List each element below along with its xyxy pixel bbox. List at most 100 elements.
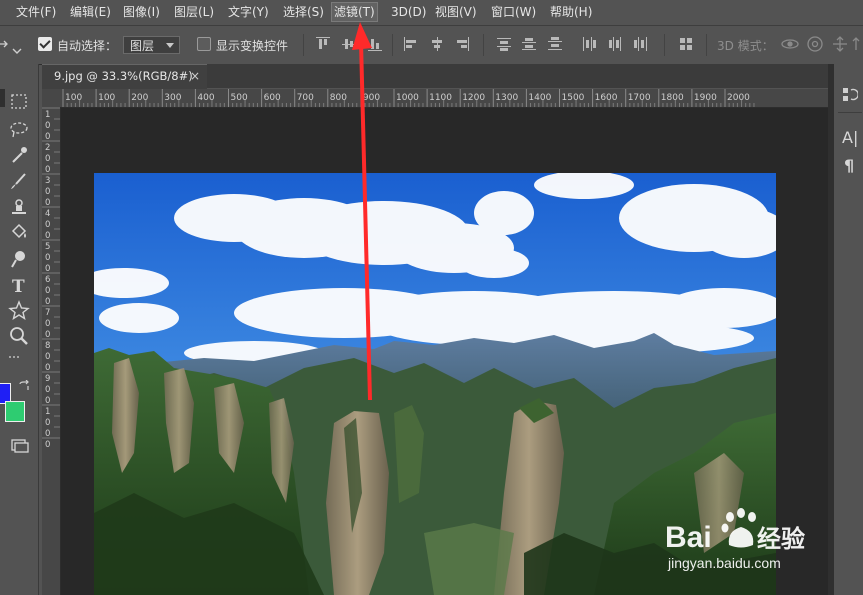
align-hcenter-icon[interactable] [430,37,444,51]
auto-align-layers-icon[interactable] [679,37,693,51]
separator [706,34,707,56]
distribute-bottom-icon[interactable] [548,37,562,51]
chevron-down-icon[interactable] [12,40,22,54]
move-tool-preset-icon[interactable] [0,36,8,52]
ruler-tick-label: 7 [45,308,50,318]
menu-file[interactable]: 文件(F) [14,3,58,21]
ruler-tick-label: 1 [45,407,50,417]
3d-roll-icon [807,36,823,52]
arrow-shaft [359,41,372,401]
shape-tool[interactable] [8,300,30,321]
menu-type[interactable]: 文字(Y) [226,3,271,21]
watermark-suffix: 经验 [757,525,805,553]
ruler-tick-label: 0 [45,220,50,230]
lasso-tool[interactable] [8,119,30,139]
menu-3d[interactable]: 3D(D) [389,3,428,21]
ruler-tick-label: 3 [45,176,50,186]
ruler-tick-label: 1500 [562,93,585,103]
ruler-tick-label: 6 [45,275,50,285]
3d-mode-icons [780,34,860,54]
eyedropper-tool[interactable] [8,145,30,165]
distribute-top-icon[interactable] [497,37,511,51]
ruler-tick-label: 1100 [429,93,452,103]
ruler-tick-label: 600 [264,93,281,103]
ruler-tick-label: 400 [197,93,214,103]
menu-help[interactable]: 帮助(H) [548,3,594,21]
ruler-tick-label: 1000 [396,93,419,103]
distribute-left-icon[interactable] [582,37,596,51]
ruler-tick-label: 9 [45,374,50,384]
arrow-head [352,22,372,50]
menu-view[interactable]: 视图(V) [433,3,479,21]
tab-strip-empty [207,64,828,88]
menu-layer[interactable]: 图层(L) [172,3,216,21]
ruler-tick-label: 0 [45,319,50,329]
type-tool[interactable]: T [8,275,30,297]
menu-edit[interactable]: 编辑(E) [68,3,113,21]
right-panel-dock: A| ¶ [834,64,863,595]
ruler-tick-label: 200 [131,93,148,103]
vertical-ruler[interactable]: 1002003004005006007008009001000 [42,107,61,595]
watermark-url: jingyan.baidu.com [668,555,781,571]
distribute-hcenter-icon[interactable] [608,37,622,51]
marquee-tool[interactable] [8,92,30,112]
swap-colors-icon[interactable] [18,377,30,390]
paragraph-panel-icon[interactable]: ¶ [844,156,854,175]
3d-pan-icon [833,36,847,52]
ruler-tick-label: 1600 [595,93,618,103]
watermark-brand: Bai [665,521,712,554]
distribute-right-icon[interactable] [634,37,648,51]
dodge-tool[interactable] [8,249,30,269]
brush-tool[interactable] [8,171,30,191]
ruler-origin[interactable] [42,89,61,108]
separator [483,34,484,56]
close-tab-icon[interactable]: × [190,65,200,88]
tools-panel: T [0,64,39,595]
ruler-tick-label: 1400 [528,93,551,103]
3d-orbit-icon [781,39,799,49]
ruler-tick-label: 1900 [694,93,717,103]
menu-bar: 文件(F) 编辑(E) 图像(I) 图层(L) 文字(Y) 选择(S) 滤镜(T… [0,0,863,24]
ruler-tick-label: 0 [45,253,50,263]
paint-bucket-tool[interactable] [8,222,30,242]
svg-text:T: T [12,277,25,295]
options-bar: 自动选择： 图层 显示变换控件 3D 模式： [0,25,863,65]
clone-stamp-tool[interactable] [8,197,30,217]
ruler-tick-label: 0 [45,154,50,164]
menu-image[interactable]: 图像(I) [121,3,162,21]
align-top-icon[interactable] [316,37,330,51]
horizontal-ruler[interactable]: 100 100 200 300 400 500 600 700 800 900 1000 1100 12… [60,89,828,108]
ruler-tick-label: 0 [45,187,50,197]
auto-select-target-value: 图层 [130,39,155,53]
distribute-vcenter-icon[interactable] [522,37,536,51]
menu-select[interactable]: 选择(S) [281,3,326,21]
ruler-tick-label: 500 [231,93,248,103]
ruler-tick-label: 100 [98,93,115,103]
baidu-paw-icon [721,508,756,548]
3d-slide-icon [852,37,860,50]
menu-window[interactable]: 窗口(W) [489,3,538,21]
ruler-tick-label: 0 [45,352,50,362]
ruler-tick-label: 2 [45,143,50,153]
separator [392,34,393,56]
character-panel-icon[interactable]: A| [842,128,858,147]
document-tab[interactable]: 9.jpg @ 33.3%(RGB/8#) × [42,64,207,89]
panel-separator [838,112,862,113]
more-tools-icon[interactable] [4,343,34,358]
history-panel-icon[interactable] [842,86,859,104]
align-right-icon[interactable] [455,37,469,51]
dropdown-arrow-icon [166,43,174,48]
separator [664,34,665,56]
ruler-tick-label: 0 [45,121,50,131]
align-left-icon[interactable] [404,37,418,51]
background-color-swatch[interactable] [5,401,25,422]
show-transform-checkbox[interactable] [197,37,211,51]
ruler-tick-label: 8 [45,341,50,351]
auto-select-target-dropdown[interactable]: 图层 [123,36,180,54]
ruler-tick-label: 700 [297,93,314,103]
auto-select-checkbox[interactable] [38,37,52,51]
screen-mode-icon[interactable] [8,435,30,455]
ruler-tick-label: 1200 [462,93,485,103]
ruler-tick-label: 300 [164,93,181,103]
ruler-tick-label: 0 [45,286,50,296]
